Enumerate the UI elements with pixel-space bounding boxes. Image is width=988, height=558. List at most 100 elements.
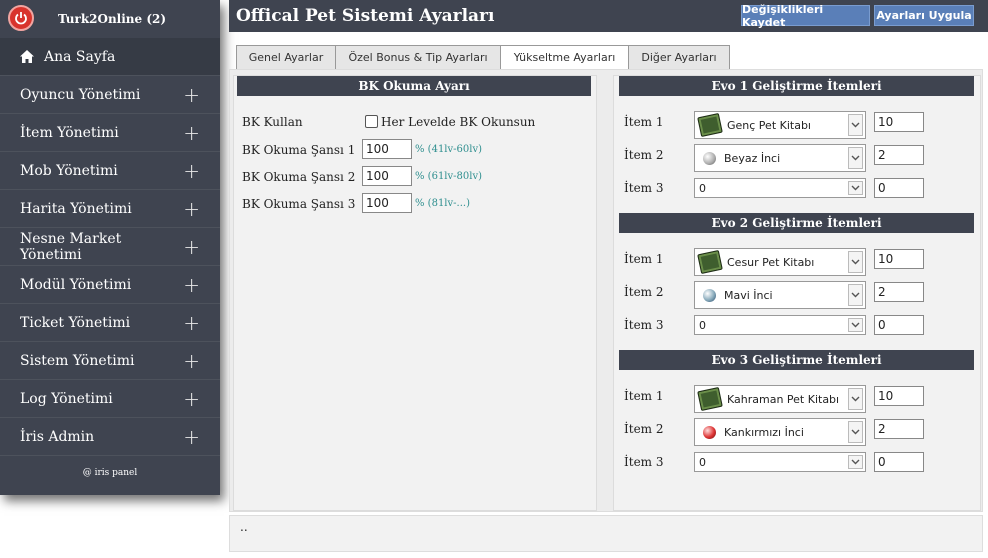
blue-pearl-icon — [703, 288, 716, 302]
sidebar-item-harita[interactable]: Harita Yönetimi + — [0, 190, 220, 228]
evo-2-item-3-qty[interactable]: 0 — [874, 315, 924, 335]
select-value: Kankırmızı İnci — [724, 425, 804, 439]
evo-3-item-1-qty[interactable]: 10 — [874, 386, 924, 406]
sidebar-item-item[interactable]: İtem Yönetimi + — [0, 114, 220, 152]
sidebar-item-label: Log Yönetimi — [20, 390, 113, 407]
evo-1-title: Evo 1 Geliştirme İtemleri — [619, 76, 974, 96]
evo-3-item-3-select[interactable]: 0 — [694, 452, 866, 472]
sidebar-item-home[interactable]: Ana Sayfa — [0, 38, 220, 76]
evo-1-item-1-select[interactable]: Genç Pet Kitabı — [694, 111, 866, 139]
evo-2-item-2-select[interactable]: Mavi İnci — [694, 281, 866, 309]
evo-item-label: İtem 3 — [624, 181, 664, 195]
evo-2-item-1-qty[interactable]: 10 — [874, 249, 924, 269]
plus-icon: + — [183, 348, 200, 373]
bk-chance-label: BK Okuma Şansı 1 — [242, 143, 356, 157]
footer-bar: .. — [229, 515, 983, 552]
page-title: Offical Pet Sistemi Ayarları — [236, 6, 495, 26]
red-pearl-icon — [703, 425, 716, 439]
chevron-down-icon — [848, 388, 863, 410]
select-value: 0 — [699, 181, 706, 195]
sidebar-item-log[interactable]: Log Yönetimi + — [0, 380, 220, 418]
sidebar-item-mob[interactable]: Mob Yönetimi + — [0, 152, 220, 190]
chevron-down-icon — [848, 251, 863, 273]
plus-icon: + — [183, 82, 200, 107]
chevron-down-icon — [848, 147, 863, 169]
chevron-down-icon — [848, 421, 863, 443]
chevron-down-icon — [848, 284, 863, 306]
evo-item-label: İtem 2 — [624, 422, 664, 436]
sidebar-item-modul[interactable]: Modül Yönetimi + — [0, 266, 220, 304]
select-value: 0 — [699, 318, 706, 332]
plus-icon: + — [183, 424, 200, 449]
bk-chance-2-input[interactable]: 100 — [362, 166, 412, 186]
tab-genel[interactable]: Genel Ayarlar — [236, 45, 336, 70]
evo-item-label: İtem 3 — [624, 455, 664, 469]
evo-1-item-3-qty[interactable]: 0 — [874, 178, 924, 198]
evo-3-title: Evo 3 Geliştirme İtemleri — [619, 350, 974, 370]
sidebar-header: Turk2Online (2) — [0, 0, 220, 38]
select-value: Cesur Pet Kitabı — [727, 255, 815, 269]
power-icon[interactable] — [8, 5, 34, 31]
bk-chance-hint: % (41lv-60lv) — [415, 144, 483, 155]
sidebar-item-label: İris Admin — [20, 428, 95, 445]
bk-chance-label: BK Okuma Şansı 2 — [242, 170, 356, 184]
bk-chance-label: BK Okuma Şansı 3 — [242, 197, 356, 211]
evo-item-label: İtem 3 — [624, 318, 664, 332]
bk-use-label: BK Kullan — [242, 115, 303, 129]
evo-item-label: İtem 1 — [624, 252, 664, 266]
sidebar-item-ticket[interactable]: Ticket Yönetimi + — [0, 304, 220, 342]
bk-chance-1-input[interactable]: 100 — [362, 139, 412, 159]
evo-3-item-3-qty[interactable]: 0 — [874, 452, 924, 472]
bk-every-level-checkbox[interactable] — [365, 115, 378, 128]
evo-1-item-2-qty[interactable]: 2 — [874, 145, 924, 165]
sidebar-item-label: Mob Yönetimi — [20, 162, 118, 179]
sidebar: Turk2Online (2) Ana Sayfa Oyuncu Yönetim… — [0, 0, 220, 495]
select-value: Mavi İnci — [724, 288, 773, 302]
select-value: 0 — [699, 455, 706, 469]
evo-1-item-2-select[interactable]: Beyaz İnci — [694, 144, 866, 172]
tab-ozel-bonus[interactable]: Özel Bonus & Tip Ayarları — [335, 45, 501, 70]
sidebar-item-label: Ana Sayfa — [44, 48, 116, 65]
plus-icon: + — [183, 120, 200, 145]
bk-chance-hint: % (81lv-...) — [415, 198, 470, 209]
bk-panel — [233, 75, 597, 511]
plus-icon: + — [183, 272, 200, 297]
evo-3-item-2-select[interactable]: Kankırmızı İnci — [694, 418, 866, 446]
sidebar-item-oyuncu[interactable]: Oyuncu Yönetimi + — [0, 76, 220, 114]
plus-icon: + — [183, 234, 200, 259]
select-value: Beyaz İnci — [724, 151, 781, 165]
evo-3-item-1-select[interactable]: Kahraman Pet Kitabı — [694, 385, 866, 413]
evo-1-item-3-select[interactable]: 0 — [694, 178, 866, 198]
save-changes-button[interactable]: Değişiklikleri Kaydet — [741, 3, 870, 29]
book-icon — [697, 386, 723, 412]
evo-2-item-3-select[interactable]: 0 — [694, 315, 866, 335]
home-icon — [20, 50, 34, 63]
evo-3-item-2-qty[interactable]: 2 — [874, 419, 924, 439]
apply-settings-button[interactable]: Ayarları Uygula — [874, 5, 974, 26]
evo-1-item-1-qty[interactable]: 10 — [874, 112, 924, 132]
footer-text: .. — [240, 520, 248, 534]
book-icon — [697, 249, 723, 275]
sidebar-footer: @ iris panel — [82, 468, 138, 478]
white-pearl-icon — [703, 151, 716, 165]
tab-bar: Genel Ayarlar Özel Bonus & Tip Ayarları … — [236, 45, 730, 70]
sidebar-item-nesne-market[interactable]: Nesne Market Yönetimi + — [0, 228, 220, 266]
sidebar-item-sistem[interactable]: Sistem Yönetimi + — [0, 342, 220, 380]
bk-chance-3-input[interactable]: 100 — [362, 193, 412, 213]
sidebar-item-label: Sistem Yönetimi — [20, 352, 135, 369]
select-value: Kahraman Pet Kitabı — [727, 392, 840, 406]
plus-icon: + — [183, 158, 200, 183]
chevron-down-icon — [848, 318, 863, 332]
sidebar-item-iris-admin[interactable]: İris Admin + — [0, 418, 220, 456]
bk-panel-title: BK Okuma Ayarı — [237, 76, 591, 96]
evo-item-label: İtem 1 — [624, 389, 664, 403]
evo-2-item-1-select[interactable]: Cesur Pet Kitabı — [694, 248, 866, 276]
sidebar-item-label: Oyuncu Yönetimi — [20, 86, 141, 103]
evo-item-label: İtem 2 — [624, 285, 664, 299]
book-icon — [697, 112, 723, 138]
tab-yukseltme[interactable]: Yükseltme Ayarları — [500, 45, 629, 70]
evo-2-item-2-qty[interactable]: 2 — [874, 282, 924, 302]
bk-chance-hint: % (61lv-80lv) — [415, 171, 483, 182]
tab-diger[interactable]: Diğer Ayarları — [628, 45, 730, 70]
sidebar-item-label: Modül Yönetimi — [20, 276, 132, 293]
